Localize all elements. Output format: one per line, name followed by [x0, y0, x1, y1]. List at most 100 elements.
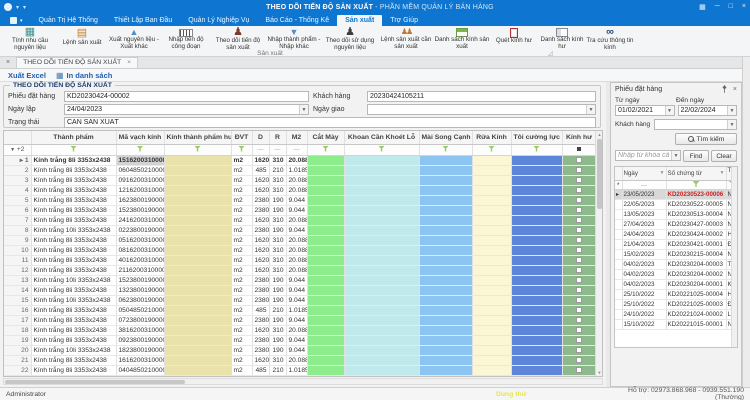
cell-rua[interactable]	[472, 165, 512, 176]
cell-d[interactable]: 1620	[252, 265, 270, 276]
qat-customize-icon[interactable]: ▾	[16, 4, 19, 11]
cell-rua[interactable]	[472, 175, 512, 186]
ngay-lap-field[interactable]: ▼	[64, 104, 309, 115]
search-button[interactable]: Tìm kiếm	[675, 133, 737, 145]
order-date[interactable]: 25/10/2022	[622, 289, 667, 300]
cell-num[interactable]: 18	[4, 325, 32, 336]
cell-num[interactable]: 10	[4, 245, 32, 256]
order-date[interactable]: 22/05/2023	[622, 199, 667, 210]
cell-r[interactable]: 190	[269, 205, 287, 216]
cell-mai[interactable]	[419, 295, 473, 306]
ribbon-button-12[interactable]: Tra cứu thông tin kính	[586, 26, 634, 51]
cell-dam[interactable]	[164, 355, 232, 366]
kinh-hu-checkbox[interactable]	[576, 246, 582, 253]
table-row[interactable]: 8Kính trắng 10li 3353x243802238001900002…	[4, 225, 597, 236]
cell-r[interactable]: 310	[269, 215, 287, 226]
cell-dam[interactable]	[164, 155, 232, 166]
table-row[interactable]: 15Kính trắng 10li 3353x24380623800190000…	[4, 295, 597, 306]
cell-mai[interactable]	[419, 365, 473, 376]
kinh-hu-checkbox[interactable]	[576, 346, 582, 353]
cell-m2[interactable]: 20.088	[286, 175, 308, 186]
cell-dvt[interactable]: m2	[231, 315, 253, 326]
filter-cell[interactable]: —	[252, 144, 270, 156]
kinh-hu-checkbox[interactable]	[576, 336, 582, 343]
cell-num[interactable]: 14	[4, 285, 32, 296]
cell-name[interactable]: Kính trắng 10li 3353x2438	[31, 345, 117, 356]
cell-hu[interactable]	[562, 225, 597, 236]
cell-name[interactable]: Kính trắng 8li 3353x2438	[31, 185, 117, 196]
cell-num[interactable]: ▸ 1	[4, 155, 32, 166]
cell-r[interactable]: 310	[269, 185, 287, 196]
cell-rua[interactable]	[472, 295, 512, 306]
kinh-hu-checkbox[interactable]	[576, 236, 582, 243]
cell-m2[interactable]: 9.044	[286, 195, 308, 206]
panel-khach-hang-field[interactable]: ▼	[654, 119, 737, 130]
cell-name[interactable]: Kính trắng 8li 3353x2438	[31, 265, 117, 276]
kinh-hu-checkbox[interactable]	[576, 166, 582, 173]
order-code[interactable]: KD20230427-00003	[666, 219, 727, 230]
order-code[interactable]: KD20230421-00001	[666, 239, 727, 250]
column-header[interactable]: Tôi cường lực	[511, 131, 563, 145]
orders-filter-cell[interactable]	[666, 180, 727, 190]
table-row[interactable]: 11Kính trắng 8li 3353x243840162003100001…	[4, 255, 597, 266]
ribbon-button-11[interactable]: Danh sách kính hư	[538, 26, 586, 51]
kinh-hu-checkbox[interactable]	[576, 226, 582, 233]
filter-cell[interactable]	[472, 144, 512, 156]
cell-dam[interactable]	[164, 255, 232, 266]
cell-num[interactable]: 13	[4, 275, 32, 286]
grid-vertical-scrollbar[interactable]: ▲ ▼	[595, 131, 602, 376]
cell-dam[interactable]	[164, 165, 232, 176]
pin-icon[interactable]	[721, 84, 728, 95]
cell-dvt[interactable]: m2	[231, 165, 253, 176]
cell-mai[interactable]	[419, 165, 473, 176]
order-code[interactable]: KD20230204-00003	[666, 259, 727, 270]
cell-cut[interactable]	[307, 195, 345, 206]
cell-hu[interactable]	[562, 315, 597, 326]
cell-m2[interactable]: 20.088	[286, 185, 308, 196]
cell-r[interactable]: 310	[269, 155, 287, 166]
ribbon-button-2[interactable]: Lệnh sản xuất	[58, 26, 106, 51]
order-date[interactable]: 23/05/2023	[622, 189, 667, 200]
cell-bar[interactable]: 05162003100001	[116, 235, 165, 246]
cell-khoan[interactable]	[344, 215, 420, 226]
den-ngay-field[interactable]: ▼	[677, 105, 737, 116]
find-button[interactable]: Find	[683, 150, 709, 162]
orders-filter-cell[interactable]: *	[615, 180, 623, 190]
ngay-lap-dropdown-icon[interactable]: ▼	[299, 105, 308, 114]
cell-num[interactable]: 11	[4, 255, 32, 266]
table-row[interactable]: 9Kính trắng 8li 3353x243805162003100001 m…	[4, 235, 597, 246]
cell-dvt[interactable]: m2	[231, 355, 253, 366]
cell-num[interactable]: 12	[4, 265, 32, 276]
cell-mai[interactable]	[419, 195, 473, 206]
trang-thai-field[interactable]	[64, 117, 596, 128]
order-row[interactable]: ▸23/05/2023KD20230523-00006Nguy	[615, 189, 737, 200]
cell-dvt[interactable]: m2	[231, 155, 253, 166]
cell-hu[interactable]	[562, 355, 597, 366]
cell-dam[interactable]	[164, 315, 232, 326]
cell-khoan[interactable]	[344, 325, 420, 336]
cell-name[interactable]: Kính trắng 8li 3353x2438	[31, 165, 117, 176]
den-ngay-dropdown-icon[interactable]: ▼	[727, 106, 736, 115]
cell-dam[interactable]	[164, 265, 232, 276]
cell-hu[interactable]	[562, 365, 597, 376]
filter-cell[interactable]	[511, 144, 563, 156]
cell-cut[interactable]	[307, 335, 345, 346]
cell-m2[interactable]: 20.088	[286, 355, 308, 366]
cell-mai[interactable]	[419, 275, 473, 286]
order-row[interactable]: 04/02/2023KD20230204-00003Tú -	[615, 259, 737, 270]
cell-d[interactable]: 2380	[252, 295, 270, 306]
menu-tab-3[interactable]: Quản Lý Nghiệp Vụ	[180, 15, 257, 26]
cell-bar[interactable]: 40162003100001	[116, 255, 165, 266]
cell-mai[interactable]	[419, 215, 473, 226]
cell-d[interactable]: 485	[252, 365, 270, 376]
cell-num[interactable]: 19	[4, 335, 32, 346]
table-row[interactable]: 10Kính trắng 8li 3353x243808162003100001…	[4, 245, 597, 256]
cell-m2[interactable]: 20.088	[286, 155, 308, 166]
order-date[interactable]: 04/02/2023	[622, 259, 667, 270]
kinh-hu-checkbox[interactable]	[576, 286, 582, 293]
cell-num[interactable]: 2	[4, 165, 32, 176]
filter-cell[interactable]	[231, 144, 253, 156]
cell-rua[interactable]	[472, 325, 512, 336]
cell-rua[interactable]	[472, 305, 512, 316]
cell-cut[interactable]	[307, 175, 345, 186]
